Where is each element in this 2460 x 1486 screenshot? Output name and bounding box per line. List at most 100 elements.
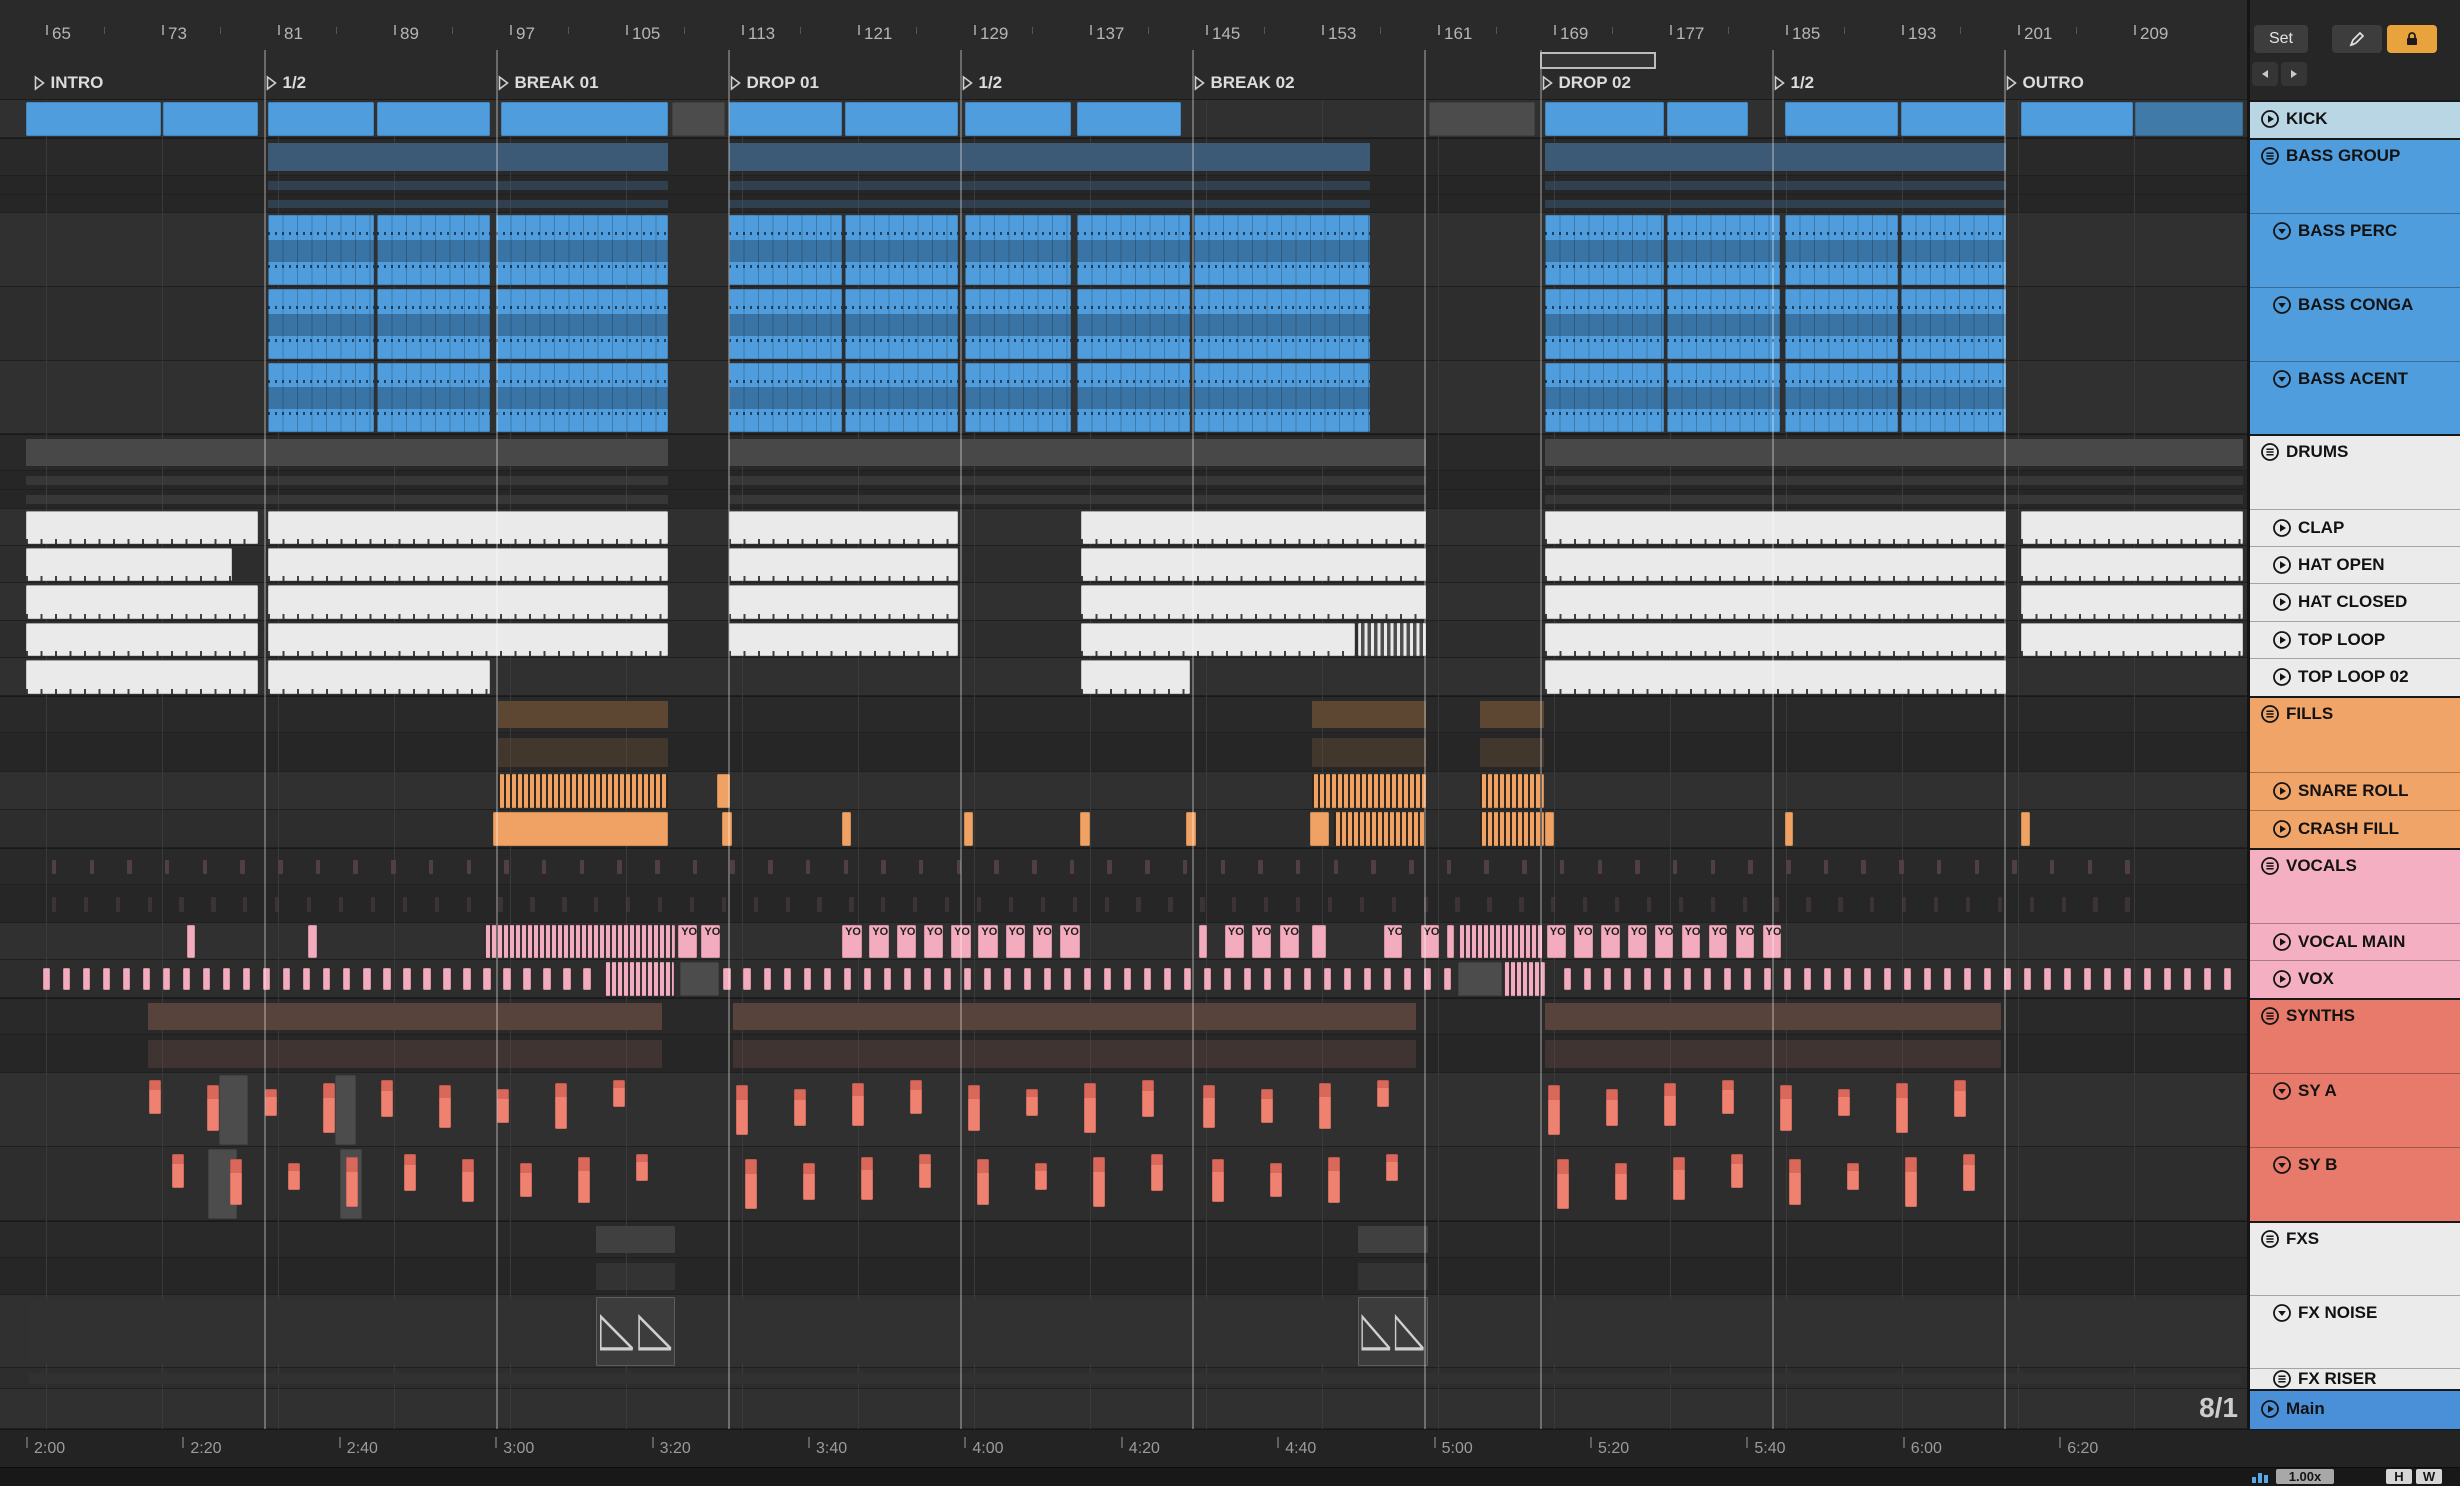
clip[interactable] — [2064, 968, 2072, 991]
clip[interactable] — [376, 215, 490, 285]
set-button[interactable]: Set — [2254, 25, 2308, 53]
clip[interactable] — [1545, 585, 2007, 619]
clip[interactable]: YO — [1627, 925, 1647, 958]
clip[interactable] — [230, 1158, 243, 1206]
track-lane-main[interactable] — [0, 1389, 2247, 1429]
clip[interactable]: YO — [1005, 925, 1026, 958]
clip[interactable] — [883, 968, 891, 991]
clip[interactable] — [1081, 511, 1427, 544]
track-header-fx-riser[interactable]: FX RISER — [2250, 1368, 2460, 1389]
clip[interactable] — [1083, 968, 1091, 991]
clip[interactable] — [976, 1158, 990, 1206]
clip[interactable] — [1884, 968, 1892, 991]
clip[interactable] — [844, 363, 958, 432]
clip[interactable] — [148, 1080, 162, 1114]
clip[interactable] — [267, 215, 374, 285]
clip[interactable] — [794, 1089, 807, 1127]
clip[interactable] — [1764, 968, 1772, 991]
clip[interactable] — [1667, 102, 1749, 136]
clip[interactable] — [2020, 548, 2243, 581]
clip[interactable] — [103, 968, 111, 991]
track-lane-crash-fill[interactable] — [0, 810, 2247, 848]
clip[interactable] — [863, 968, 871, 991]
track-header-bass-acent[interactable]: BASS ACENT — [2250, 361, 2460, 434]
clip[interactable]: YO — [678, 925, 698, 958]
track-header-bass-group[interactable]: BASS GROUP — [2250, 138, 2460, 213]
clip[interactable]: YO — [1573, 925, 1593, 958]
locator-break-01[interactable]: BREAK 01 — [497, 73, 599, 93]
clip[interactable] — [736, 1084, 749, 1136]
clip[interactable] — [376, 102, 490, 136]
fold-arrow-icon[interactable] — [2272, 369, 2292, 389]
track-lane-drums-fold2[interactable] — [0, 490, 2247, 509]
clip[interactable] — [218, 1075, 248, 1145]
clip[interactable] — [1784, 812, 1794, 846]
clip[interactable] — [844, 102, 958, 136]
clip[interactable] — [842, 812, 851, 846]
track-header-kick[interactable]: KICK — [2250, 100, 2460, 138]
clip[interactable] — [1743, 968, 1752, 991]
clip[interactable] — [1343, 968, 1351, 991]
clip[interactable] — [25, 511, 258, 544]
clip[interactable] — [744, 1158, 758, 1210]
track-lane-snare-roll[interactable] — [0, 772, 2247, 810]
group-icon[interactable] — [2260, 856, 2280, 876]
track-header-sy-a[interactable]: SY A — [2250, 1073, 2460, 1147]
clip[interactable] — [803, 968, 811, 991]
clip[interactable] — [679, 962, 719, 996]
group-icon[interactable] — [2260, 442, 2280, 462]
clip[interactable] — [1545, 289, 1665, 359]
clip[interactable] — [1076, 215, 1190, 285]
clip[interactable] — [267, 623, 668, 656]
clip[interactable] — [802, 1163, 816, 1201]
clip[interactable] — [1480, 812, 1544, 846]
clip[interactable] — [554, 1082, 568, 1130]
clip[interactable] — [343, 968, 351, 991]
width-zoom-button[interactable]: W — [2416, 1469, 2442, 1484]
track-lane-sy-a[interactable] — [0, 1073, 2247, 1147]
group-icon[interactable] — [2260, 704, 2280, 724]
clip[interactable] — [503, 968, 511, 991]
clip[interactable] — [583, 968, 591, 991]
clip[interactable] — [721, 812, 732, 846]
clip[interactable] — [1672, 1156, 1686, 1200]
clip[interactable] — [376, 363, 490, 432]
clip[interactable]: YO — [842, 925, 862, 958]
clip[interactable] — [83, 968, 91, 991]
clip[interactable] — [1063, 968, 1071, 991]
clip[interactable]: YO — [1384, 925, 1402, 958]
clip[interactable] — [1076, 102, 1182, 136]
track-lane-vocals-group[interactable] — [0, 848, 2247, 885]
track-lane-fx-riser[interactable] — [0, 1368, 2247, 1389]
locator-1-2[interactable]: 1/2 — [961, 73, 1002, 93]
clip[interactable] — [1545, 102, 1665, 136]
clip[interactable] — [1079, 812, 1090, 846]
clip[interactable] — [1283, 968, 1291, 991]
clip[interactable] — [636, 1154, 649, 1182]
clip[interactable] — [983, 968, 991, 991]
clip[interactable] — [723, 968, 731, 991]
arrangement-area[interactable]: YO YO YO YO YO YO YO YO YO YO YO YO YO YO YO YO YO YO YO YO… — [0, 0, 2247, 1486]
locator-intro[interactable]: INTRO — [33, 73, 103, 93]
clip[interactable] — [1311, 925, 1327, 958]
clip[interactable] — [728, 215, 842, 285]
clip[interactable] — [1730, 1154, 1744, 1188]
clip[interactable]: YO — [1762, 925, 1782, 958]
clip[interactable] — [1081, 585, 1427, 619]
clip[interactable] — [1363, 968, 1372, 991]
clip[interactable] — [483, 968, 491, 991]
clip[interactable] — [2224, 968, 2232, 991]
clip[interactable] — [1944, 968, 1952, 991]
clip[interactable] — [334, 1075, 357, 1145]
clip[interactable] — [1480, 774, 1544, 808]
clip[interactable] — [1043, 968, 1051, 991]
clip[interactable] — [1163, 968, 1171, 991]
clip[interactable] — [2020, 585, 2243, 619]
clip[interactable] — [844, 215, 958, 285]
clip[interactable] — [1667, 215, 1781, 285]
clip[interactable] — [1723, 968, 1732, 991]
track-header-fills-group[interactable]: FILLS — [2250, 696, 2460, 772]
clip[interactable] — [404, 1154, 417, 1192]
clip[interactable] — [1904, 1156, 1918, 1207]
clip[interactable] — [852, 1082, 865, 1126]
